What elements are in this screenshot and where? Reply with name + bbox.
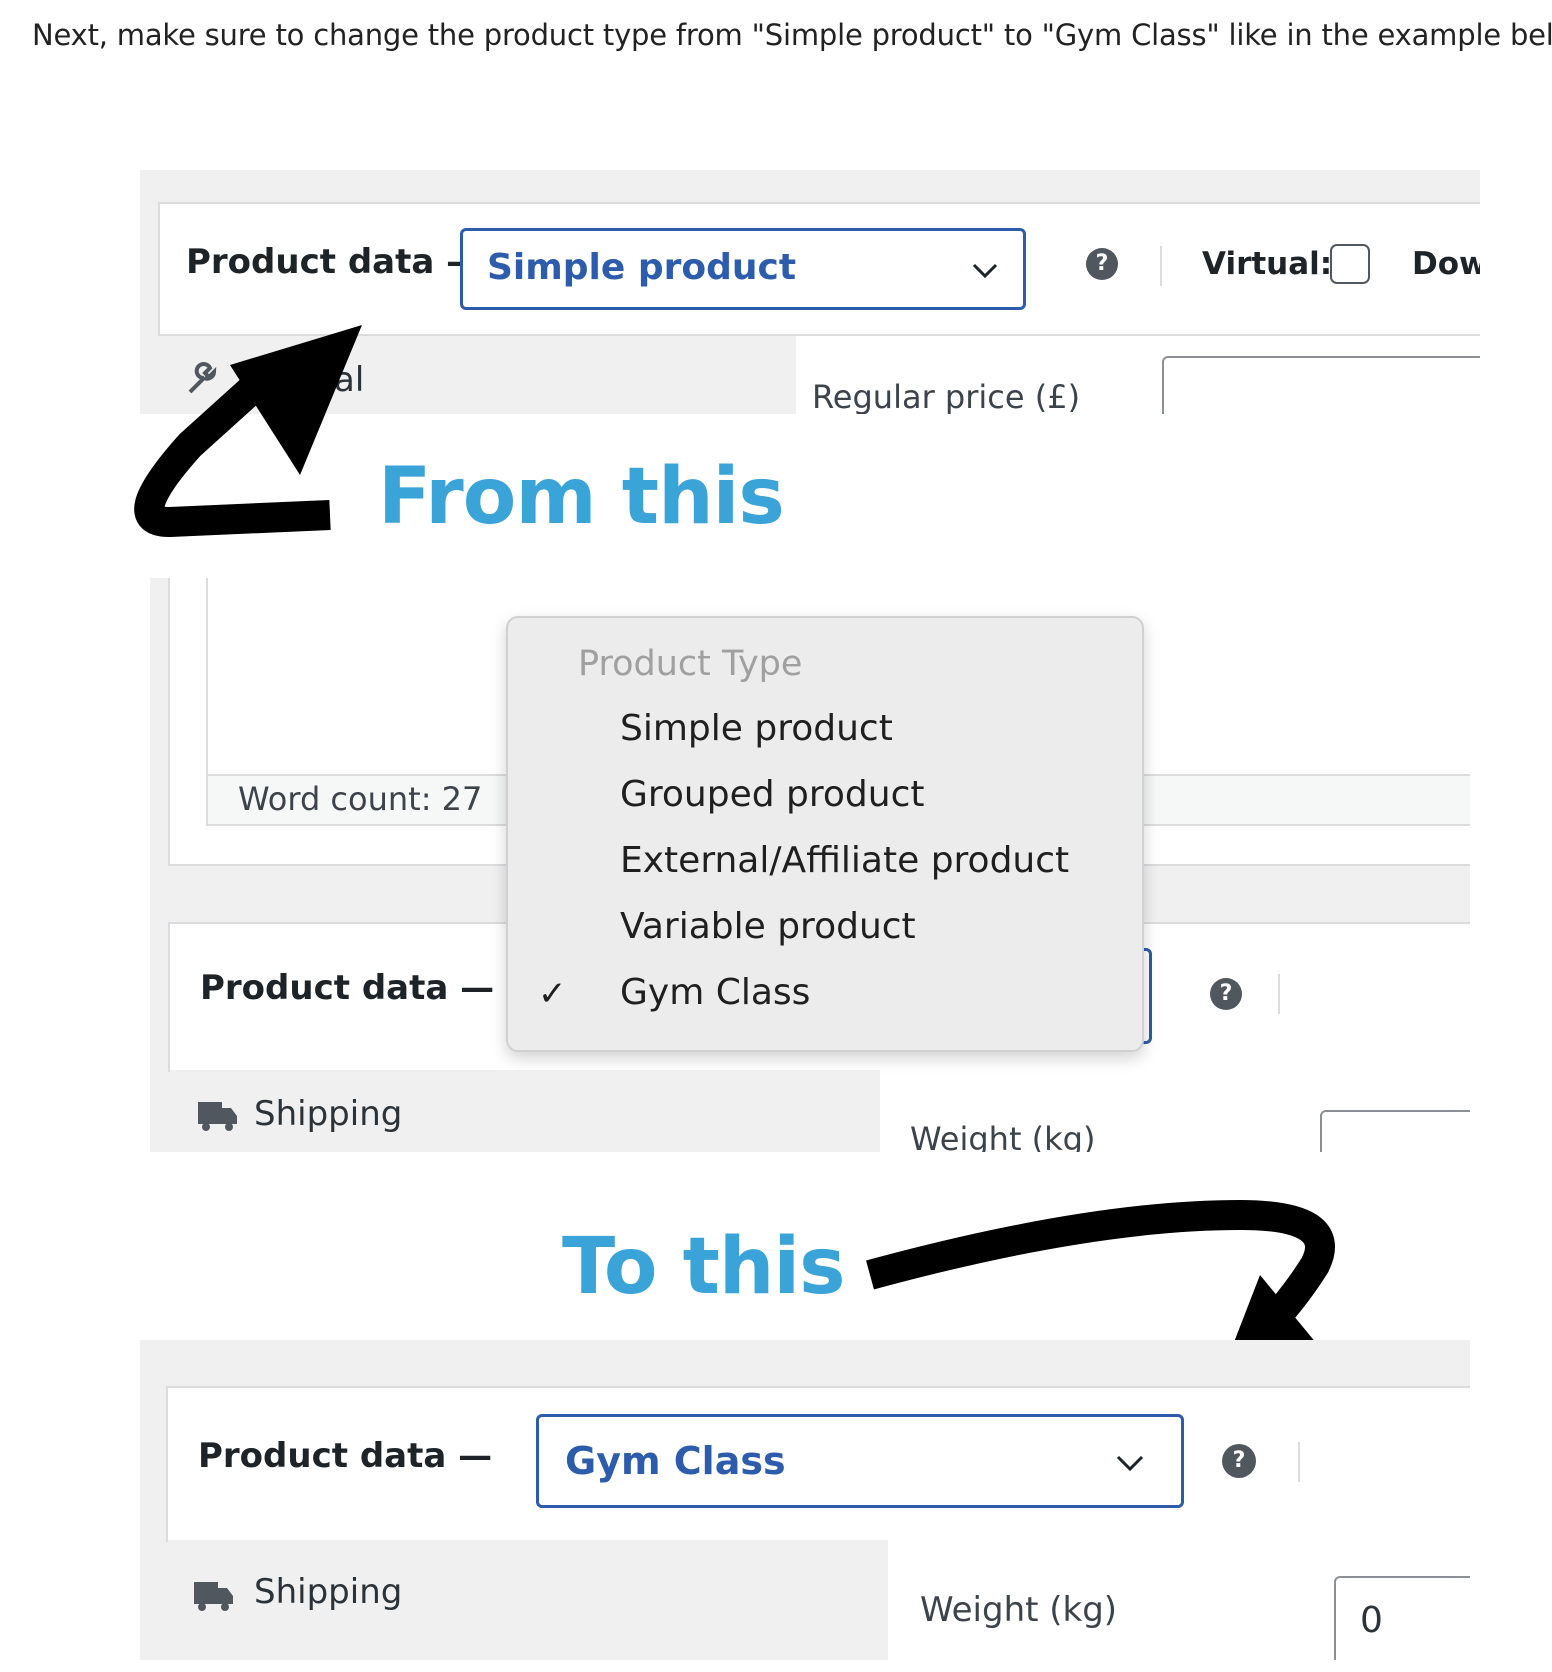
dropdown-screenshot: Word count: 27 Product data — ? Shipping… <box>150 578 1470 1152</box>
weight-label: Weight (kg) <box>920 1590 1118 1630</box>
product-data-header: Product data — Gym Class ? <box>166 1386 1470 1542</box>
divider <box>1298 1442 1300 1482</box>
after-screenshot: Product data — Gym Class ? Shipping Weig… <box>140 1340 1470 1660</box>
shipping-panel: Weight (kg) 0 <box>888 1540 1470 1660</box>
product-data-label: Product data — <box>186 242 481 282</box>
tab-shipping[interactable]: Shipping <box>254 1572 402 1612</box>
product-tabs: Shipping <box>168 1540 888 1660</box>
help-icon[interactable]: ? <box>1222 1444 1256 1478</box>
select-value: Gym Class <box>565 1439 786 1483</box>
virtual-label: Virtual: <box>1202 246 1333 282</box>
weight-value: 0 <box>1360 1600 1383 1641</box>
menu-title: Product Type <box>578 644 803 684</box>
menu-item-grouped-product[interactable]: Grouped product <box>620 774 925 815</box>
product-tabs: Shipping <box>170 1070 880 1152</box>
weight-input[interactable]: 0 <box>1334 1576 1470 1660</box>
menu-item-variable-product[interactable]: Variable product <box>620 906 916 947</box>
product-data-label: Product data — <box>200 968 495 1008</box>
checkmark-icon: ✓ <box>538 974 567 1014</box>
help-icon[interactable]: ? <box>1210 978 1242 1010</box>
help-icon[interactable]: ? <box>1086 248 1118 280</box>
tab-shipping[interactable]: Shipping <box>254 1094 402 1134</box>
select-value: Simple product <box>487 247 797 288</box>
regular-price-input[interactable] <box>1162 356 1480 414</box>
weight-label: Weight (kg) <box>910 1120 1096 1152</box>
regular-price-label: Regular price (£) <box>812 378 1081 414</box>
downloadable-label: Down <box>1412 246 1480 282</box>
curved-arrow <box>134 325 362 537</box>
product-data-label: Product data — <box>198 1436 493 1476</box>
shipping-panel: Weight (kg) <box>880 1070 1470 1152</box>
product-type-select[interactable]: Simple product <box>460 228 1026 310</box>
product-type-menu: Product Type Simple product Grouped prod… <box>506 616 1144 1052</box>
caption-from: From this <box>378 452 785 542</box>
price-panel: Regular price (£) <box>796 336 1480 414</box>
truck-icon <box>198 1102 237 1131</box>
product-type-select[interactable]: Gym Class <box>536 1414 1184 1508</box>
weight-input[interactable] <box>1320 1110 1470 1152</box>
menu-item-simple-product[interactable]: Simple product <box>620 708 893 749</box>
virtual-checkbox[interactable] <box>1330 244 1370 284</box>
divider <box>1278 974 1280 1014</box>
truck-icon <box>194 1582 233 1611</box>
product-data-header: Product data — Simple product ? Virtual:… <box>158 202 1480 336</box>
intro-text: Next, make sure to change the product ty… <box>32 18 1552 52</box>
word-count: Word count: 27 <box>238 780 483 818</box>
chevron-down-icon <box>972 263 998 279</box>
menu-item-external-affiliate-product[interactable]: External/Affiliate product <box>620 840 1069 881</box>
menu-item-gym-class[interactable]: Gym Class <box>620 972 810 1013</box>
chevron-down-icon <box>1116 1455 1144 1472</box>
caption-to: To this <box>562 1222 846 1312</box>
divider <box>1160 246 1162 286</box>
